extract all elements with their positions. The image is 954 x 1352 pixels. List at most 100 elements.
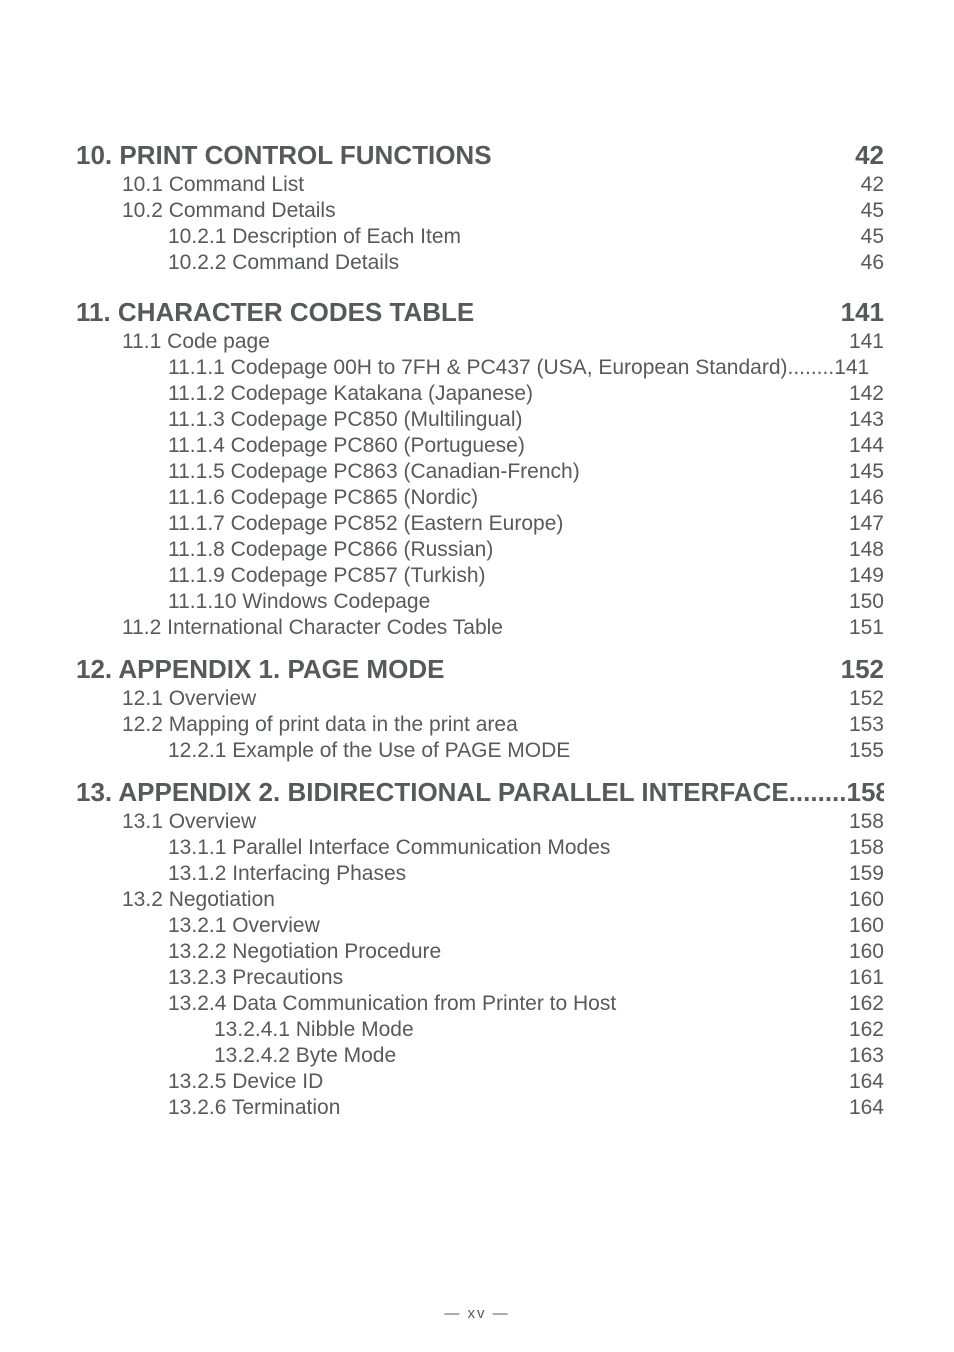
toc-entry: 11.1.2 Codepage Katakana (Japanese) 142 [168, 382, 884, 406]
toc-entry: 11.1.1 Codepage 00H to 7FH & PC437 (USA,… [168, 356, 884, 380]
toc-label: 11.1.3 Codepage PC850 (Multilingual) [168, 408, 523, 432]
toc-label: 13.2 Negotiation [122, 888, 275, 912]
toc-page: 150 [849, 590, 884, 614]
toc-page: 161 [849, 966, 884, 990]
toc-separator: ........ [789, 777, 847, 808]
toc-entry: 11.1.7 Codepage PC852 (Eastern Europe) 1… [168, 512, 884, 536]
toc-entry: 13.2.5 Device ID 164 [168, 1070, 884, 1094]
toc-entry: 13.2 Negotiation 160 [122, 888, 884, 912]
toc-entry: 10.1 Command List 42 [122, 173, 884, 197]
toc-page: 42 [861, 173, 884, 197]
toc-label: 11.1.7 Codepage PC852 (Eastern Europe) [168, 512, 563, 536]
toc-page: 143 [849, 408, 884, 432]
toc-entry: 13.2.3 Precautions 161 [168, 966, 884, 990]
toc-label: 13.1 Overview [122, 810, 256, 834]
toc-page: 160 [849, 888, 884, 912]
table-of-contents: 10. PRINT CONTROL FUNCTIONS 4210.1 Comma… [76, 140, 884, 1120]
toc-page: 155 [849, 739, 884, 763]
toc-page: 153 [849, 713, 884, 737]
toc-label: 11.1.10 Windows Codepage [168, 590, 430, 614]
toc-page: 146 [849, 486, 884, 510]
toc-page: 158 [849, 836, 884, 860]
toc-label: 10.1 Command List [122, 173, 304, 197]
toc-page: 159 [849, 862, 884, 886]
toc-entry: 13.2.4 Data Communication from Printer t… [168, 992, 884, 1016]
toc-page: 141 [841, 297, 884, 328]
toc-entry: 11.1.6 Codepage PC865 (Nordic) 146 [168, 486, 884, 510]
toc-page: 141 [834, 356, 869, 380]
toc-separator: ........ [788, 356, 835, 380]
toc-page: 158 [849, 810, 884, 834]
toc-page: 144 [849, 434, 884, 458]
toc-page: 45 [861, 225, 884, 249]
toc-entry: 13.2.4.2 Byte Mode 163 [214, 1044, 884, 1068]
toc-page: 46 [861, 251, 884, 275]
toc-page: 164 [849, 1096, 884, 1120]
toc-label: 13. APPENDIX 2. BIDIRECTIONAL PARALLEL I… [76, 777, 789, 808]
toc-label: 13.1.1 Parallel Interface Communication … [168, 836, 610, 860]
toc-entry: 11.1.10 Windows Codepage 150 [168, 590, 884, 614]
toc-page: 160 [849, 940, 884, 964]
toc-entry: 12. APPENDIX 1. PAGE MODE 152 [76, 654, 884, 685]
toc-label: 11.1 Code page [122, 330, 270, 354]
toc-entry: 13.1.2 Interfacing Phases 159 [168, 862, 884, 886]
toc-label: 13.2.1 Overview [168, 914, 320, 938]
toc-label: 12.1 Overview [122, 687, 256, 711]
toc-entry: 10.2.2 Command Details 46 [168, 251, 884, 275]
toc-entry: 11.1.8 Codepage PC866 (Russian) 148 [168, 538, 884, 562]
toc-page: 148 [849, 538, 884, 562]
toc-label: 13.2.4.1 Nibble Mode [214, 1018, 414, 1042]
toc-label: 12.2.1 Example of the Use of PAGE MODE [168, 739, 570, 763]
toc-page: 158 [847, 777, 885, 808]
toc-label: 11.1.6 Codepage PC865 (Nordic) [168, 486, 478, 510]
toc-entry: 11.1.5 Codepage PC863 (Canadian-French) … [168, 460, 884, 484]
toc-label: 11.1.1 Codepage 00H to 7FH & PC437 (USA,… [168, 356, 788, 380]
toc-label: 12.2 Mapping of print data in the print … [122, 713, 518, 737]
toc-page: 145 [849, 460, 884, 484]
toc-label: 10.2 Command Details [122, 199, 336, 223]
toc-entry: 10.2.1 Description of Each Item 45 [168, 225, 884, 249]
toc-page: 164 [849, 1070, 884, 1094]
toc-entry: 11.1.9 Codepage PC857 (Turkish) 149 [168, 564, 884, 588]
toc-entry: 13.1 Overview 158 [122, 810, 884, 834]
toc-label: 10.2.2 Command Details [168, 251, 399, 275]
toc-entry: 13.2.1 Overview 160 [168, 914, 884, 938]
toc-page: 45 [861, 199, 884, 223]
toc-page: 160 [849, 914, 884, 938]
toc-page: 152 [849, 687, 884, 711]
toc-label: 11.1.4 Codepage PC860 (Portuguese) [168, 434, 525, 458]
toc-label: 11.1.2 Codepage Katakana (Japanese) [168, 382, 533, 406]
toc-page: 163 [849, 1044, 884, 1068]
toc-entry: 13. APPENDIX 2. BIDIRECTIONAL PARALLEL I… [76, 777, 884, 808]
toc-label: 13.2.5 Device ID [168, 1070, 323, 1094]
toc-label: 11.1.5 Codepage PC863 (Canadian-French) [168, 460, 580, 484]
toc-entry: 12.1 Overview 152 [122, 687, 884, 711]
toc-entry: 13.2.2 Negotiation Procedure 160 [168, 940, 884, 964]
toc-entry: 12.2 Mapping of print data in the print … [122, 713, 884, 737]
toc-page: 141 [849, 330, 884, 354]
toc-label: 11. CHARACTER CODES TABLE [76, 297, 474, 328]
toc-entry: 11.1.3 Codepage PC850 (Multilingual) 143 [168, 408, 884, 432]
toc-label: 13.2.6 Termination [168, 1096, 340, 1120]
toc-page: 162 [849, 1018, 884, 1042]
toc-entry: 11.1.4 Codepage PC860 (Portuguese) 144 [168, 434, 884, 458]
toc-label: 12. APPENDIX 1. PAGE MODE [76, 654, 444, 685]
toc-entry: 11. CHARACTER CODES TABLE 141 [76, 297, 884, 328]
toc-page: 147 [849, 512, 884, 536]
toc-label: 13.2.4 Data Communication from Printer t… [168, 992, 616, 1016]
page-footer: — xv — [0, 1305, 954, 1322]
toc-entry: 10.2 Command Details 45 [122, 199, 884, 223]
toc-page: 151 [849, 616, 884, 640]
toc-entry: 10. PRINT CONTROL FUNCTIONS 42 [76, 140, 884, 171]
toc-page: 142 [849, 382, 884, 406]
toc-page: 149 [849, 564, 884, 588]
toc-label: 13.1.2 Interfacing Phases [168, 862, 406, 886]
toc-page: 152 [841, 654, 884, 685]
toc-label: 10.2.1 Description of Each Item [168, 225, 461, 249]
toc-entry: 13.1.1 Parallel Interface Communication … [168, 836, 884, 860]
toc-entry: 13.2.6 Termination 164 [168, 1096, 884, 1120]
toc-page: 162 [849, 992, 884, 1016]
toc-entry: 11.2 International Character Codes Table… [122, 616, 884, 640]
toc-label: 10. PRINT CONTROL FUNCTIONS [76, 140, 492, 171]
toc-label: 11.2 International Character Codes Table [122, 616, 503, 640]
